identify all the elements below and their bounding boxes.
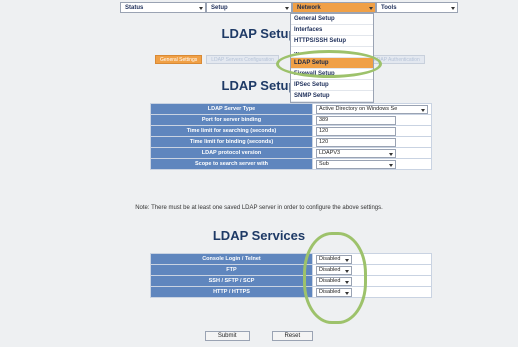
dropdown-item-interfaces[interactable]: Interfaces	[291, 25, 373, 36]
bind-time-limit-input[interactable]: 120	[316, 137, 396, 147]
menu-status[interactable]: Status	[120, 2, 206, 13]
table-row: Time limit for searching (seconds) 120	[150, 125, 432, 137]
setting-value-cell: 120	[312, 136, 432, 148]
setting-label: Time limit for searching (seconds)	[150, 125, 313, 137]
table-row: Port for server binding 389	[150, 114, 432, 126]
table-row: Scope to search server with Sub	[150, 158, 432, 170]
submit-button[interactable]: Submit	[204, 331, 250, 341]
table-row: SSH / SFTP / SCP Disabled	[150, 275, 432, 287]
search-scope-select[interactable]: Sub	[316, 159, 396, 169]
chevron-down-icon	[451, 7, 455, 10]
setting-value-cell: 120	[312, 125, 432, 137]
dropdown-item-snmp-setup[interactable]: SNMP Setup	[291, 91, 373, 102]
chevron-down-icon	[369, 7, 373, 10]
menu-tools-label: Tools	[381, 5, 397, 11]
setting-label: Time limit for binding (seconds)	[150, 136, 313, 148]
form-buttons: Submit Reset	[0, 331, 518, 341]
setting-value-cell: Active Directory on Windows Se	[312, 103, 432, 115]
port-binding-input[interactable]: 389	[316, 115, 396, 125]
reset-button[interactable]: Reset	[271, 331, 314, 341]
table-row: LDAP protocol version LDAPV3	[150, 147, 432, 159]
menu-network-label: Network	[297, 5, 321, 11]
highlight-circle	[303, 232, 367, 324]
setting-value-cell: Sub	[312, 158, 432, 170]
table-row: LDAP Server Type Active Directory on Win…	[150, 103, 432, 115]
menu-network[interactable]: Network	[292, 2, 376, 13]
tab-general-settings[interactable]: General Settings	[155, 55, 203, 64]
setting-value-cell: 389	[312, 114, 432, 126]
chevron-down-icon	[199, 7, 203, 10]
table-row: Time limit for binding (seconds) 120	[150, 136, 432, 148]
setting-label: LDAP Server Type	[150, 103, 313, 115]
service-label: SSH / SFTP / SCP	[150, 275, 313, 287]
menu-status-label: Status	[125, 5, 144, 11]
search-time-limit-input[interactable]: 120	[316, 126, 396, 136]
menu-setup[interactable]: Setup	[206, 2, 292, 13]
page-title: LDAP Setup	[221, 26, 297, 41]
ldap-server-type-select[interactable]: Active Directory on Windows Se	[316, 104, 428, 114]
setting-label: LDAP protocol version	[150, 147, 313, 159]
dropdown-item-https-ssh-setup[interactable]: HTTPS/SSH Setup	[291, 36, 373, 47]
menu-tools[interactable]: Tools	[376, 2, 458, 13]
setting-value-cell: LDAPV3	[312, 147, 432, 159]
service-label: FTP	[150, 264, 313, 276]
table-row: FTP Disabled	[150, 264, 432, 276]
tab-ldap-servers[interactable]: LDAP Servers Configuration	[206, 55, 279, 64]
service-label: HTTP / HTTPS	[150, 286, 313, 298]
protocol-version-select[interactable]: LDAPV3	[316, 148, 396, 158]
setting-label: Port for server binding	[150, 114, 313, 126]
setting-label: Scope to search server with	[150, 158, 313, 170]
dropdown-item-ipsec-setup[interactable]: IPSec Setup	[291, 80, 373, 91]
highlight-circle	[276, 50, 382, 78]
menu-setup-label: Setup	[211, 5, 228, 11]
section-title-ldap-setup: LDAP Setup	[221, 78, 297, 93]
section-title-ldap-services: LDAP Services	[212, 228, 306, 243]
configuration-note: Note: There must be at least one saved L…	[135, 205, 383, 211]
ldap-settings-table: LDAP Server Type Active Directory on Win…	[150, 103, 432, 170]
table-row: HTTP / HTTPS Disabled	[150, 286, 432, 298]
dropdown-item-general-setup[interactable]: General Setup	[291, 14, 373, 25]
chevron-down-icon	[285, 7, 289, 10]
service-label: Console Login / Telnet	[150, 253, 313, 265]
table-row: Console Login / Telnet Disabled	[150, 253, 432, 265]
top-menu-bar: Status Setup Network Tools	[120, 2, 458, 14]
ldap-services-table: Console Login / Telnet Disabled FTP Disa…	[150, 253, 432, 298]
